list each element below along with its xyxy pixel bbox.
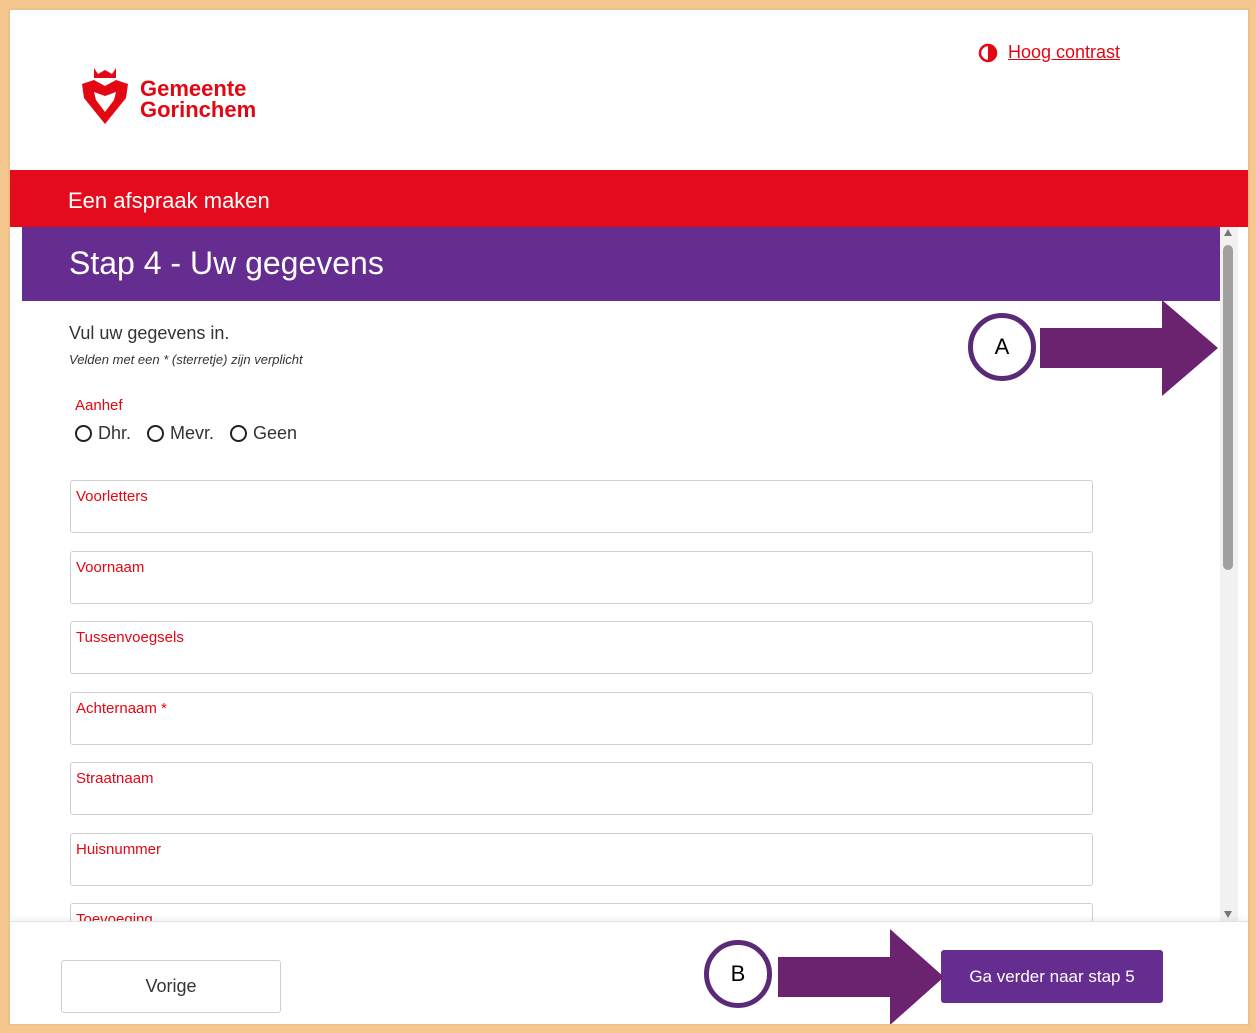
high-contrast-label: Hoog contrast — [1008, 42, 1121, 62]
annotation-arrow-right-icon — [1040, 300, 1218, 396]
form-intro: Vul uw gegevens in. — [69, 323, 230, 343]
contrast-icon — [978, 43, 998, 62]
form-footer: Vorige Ga verder naar stap 5 — [10, 921, 1248, 1024]
step-heading-bar: Stap 4 - Uw gegevens — [22, 227, 1222, 301]
page-frame: Gemeente Gorinchem Hoog contrast Een afs… — [8, 8, 1250, 1026]
radio-circle-icon[interactable] — [75, 425, 92, 442]
radio-mevr[interactable]: Mevr. — [147, 423, 214, 444]
next-step-button[interactable]: Ga verder naar stap 5 — [941, 950, 1163, 1003]
radio-geen[interactable]: Geen — [230, 423, 297, 444]
annotation-badge-a: A — [968, 313, 1036, 381]
tussenvoegsels-field[interactable]: Tussenvoegsels — [70, 621, 1093, 674]
field-label: Straatnaam — [76, 770, 154, 787]
field-label: Voorletters — [76, 488, 148, 505]
achternaam-field[interactable]: Achternaam * — [70, 692, 1093, 745]
huisnummer-field[interactable]: Huisnummer — [70, 833, 1093, 886]
annotation-label: B — [730, 961, 746, 986]
field-label: Voornaam — [76, 559, 145, 576]
scrollbar-thumb[interactable] — [1223, 245, 1233, 570]
field-label: Tussenvoegsels — [76, 629, 184, 646]
logo-text-line1: Gemeente — [140, 76, 247, 101]
salutation-radio-group: Dhr. Mevr. Geen — [75, 423, 313, 444]
high-contrast-link[interactable]: Hoog contrast — [978, 42, 1120, 63]
scroll-down-arrow-icon[interactable] — [1224, 911, 1232, 918]
toevoeging-field[interactable]: Toevoeging — [70, 903, 1093, 921]
field-label: Toevoeging — [76, 911, 153, 921]
straatnaam-field[interactable]: Straatnaam — [70, 762, 1093, 815]
field-label: Achternaam * — [76, 700, 167, 717]
crowned-heart-logo-icon — [82, 68, 128, 124]
radio-circle-icon[interactable] — [230, 425, 248, 442]
radio-label: Mevr. — [170, 423, 215, 443]
annotation-badge-b: B — [704, 940, 772, 1008]
field-label: Huisnummer — [76, 841, 162, 858]
radio-label: Dhr. — [98, 423, 132, 443]
banner-title: Een afspraak maken — [68, 188, 270, 213]
radio-label: Geen — [253, 423, 298, 443]
vertical-scrollbar[interactable] — [1220, 227, 1238, 921]
scroll-up-arrow-icon[interactable] — [1224, 229, 1232, 236]
voornaam-field[interactable]: Voornaam — [70, 551, 1093, 604]
salutation-label: Aanhef — [75, 397, 123, 414]
site-header: Gemeente Gorinchem Hoog contrast — [10, 10, 1248, 170]
page-banner: Een afspraak maken — [10, 170, 1248, 227]
required-fields-note: Velden met een * (sterretje) zijn verpli… — [69, 352, 303, 367]
radio-circle-icon[interactable] — [147, 425, 165, 442]
logo-text-line2: Gorinchem — [140, 97, 257, 122]
radio-dhr[interactable]: Dhr. — [75, 423, 131, 444]
previous-button[interactable]: Vorige — [61, 960, 281, 1013]
voorletters-field[interactable]: Voorletters — [70, 480, 1093, 533]
step-title: Stap 4 - Uw gegevens — [69, 245, 384, 281]
gemeente-gorinchem-logo[interactable]: Gemeente Gorinchem — [80, 68, 256, 130]
annotation-arrow-right-icon — [778, 929, 944, 1024]
annotation-label: A — [994, 334, 1010, 359]
